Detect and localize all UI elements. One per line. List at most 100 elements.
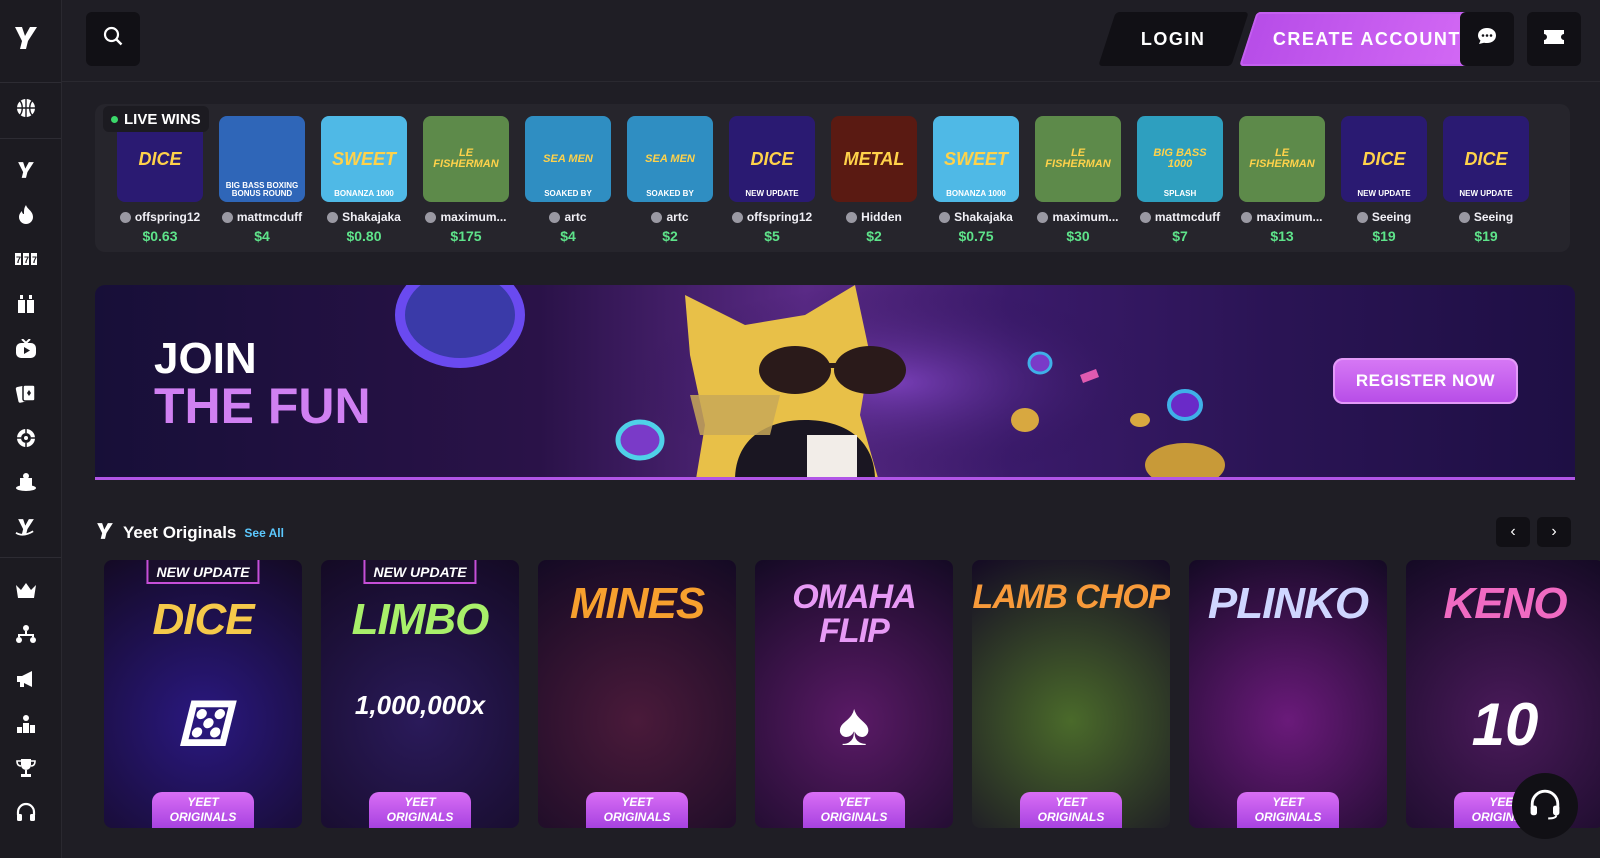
live-win-item[interactable]: SWEET BONANZA 1000 Shakajaka $0.80 [321, 116, 407, 244]
winner-name: Shakajaka [321, 210, 407, 224]
headset-icon [1529, 788, 1561, 825]
game-title: DICE [138, 149, 182, 169]
tv-icon[interactable] [14, 337, 38, 361]
affiliate-icon[interactable] [14, 622, 38, 646]
top-bar: LOGIN CREATE ACCOUNT [62, 0, 1600, 82]
user-avatar-icon [1241, 211, 1253, 223]
live-win-item[interactable]: DICE offspring12 $0.63 [117, 116, 203, 244]
logo-icon[interactable] [12, 24, 40, 54]
originals-header: Yeet Originals See All [95, 520, 284, 546]
game-subtitle: SOAKED BY [544, 189, 592, 198]
win-amount: $19 [1474, 228, 1498, 244]
chat-button[interactable] [1460, 12, 1514, 66]
chevron-right-icon: › [1551, 523, 1557, 540]
see-all-link[interactable]: See All [244, 526, 284, 540]
original-game-card[interactable]: OMAHA FLIP ♠ YEET ORIGINALS [755, 560, 953, 828]
yeet-hand-icon[interactable] [14, 515, 38, 539]
game-title: LE FISHERMAN [1045, 147, 1111, 170]
slots-icon[interactable]: 777 [14, 247, 38, 271]
headphones-icon[interactable] [14, 800, 38, 824]
win-amount: $5 [764, 228, 780, 244]
flame-icon[interactable] [14, 203, 38, 227]
game-title: METAL [843, 149, 905, 169]
game-thumbnail: BIG BASS BOXING BONUS ROUND [219, 116, 305, 202]
game-show-icon[interactable] [14, 470, 38, 494]
trophy-icon[interactable] [14, 756, 38, 780]
game-title: BIG BASS 1000 [1153, 147, 1207, 170]
original-game-card[interactable]: NEW UPDATE DICE ⚄ YEET ORIGINALS [104, 560, 302, 828]
live-win-item[interactable]: DICE NEW UPDATE Seeing $19 [1341, 116, 1427, 244]
cards-icon[interactable] [14, 381, 38, 405]
support-chat-button[interactable] [1512, 773, 1578, 839]
live-win-item[interactable]: BIG BASS 1000 SPLASH mattmcduff $7 [1137, 116, 1223, 244]
live-win-item[interactable]: LE FISHERMAN maximum... $175 [423, 116, 509, 244]
winner-name: artc [627, 210, 713, 224]
card-artwork: ♠ [838, 691, 870, 758]
win-amount: $4 [560, 228, 576, 244]
live-win-item[interactable]: DICE NEW UPDATE offspring12 $5 [729, 116, 815, 244]
yeet-logo-icon [95, 521, 115, 546]
game-title: SWEET [943, 149, 1008, 169]
crown-icon[interactable] [14, 578, 38, 602]
game-thumbnail: SWEET BONANZA 1000 [933, 116, 1019, 202]
win-amount: $0.63 [142, 228, 178, 244]
winner-name: Seeing [1443, 210, 1529, 224]
game-title: LE FISHERMAN [433, 147, 499, 170]
yeet-originals-badge: YEET ORIGINALS [586, 792, 688, 828]
winner-name: Seeing [1341, 210, 1427, 224]
live-win-item[interactable]: LE FISHERMAN maximum... $30 [1035, 116, 1121, 244]
win-amount: $0.80 [346, 228, 382, 244]
user-avatar-icon [1037, 211, 1049, 223]
win-amount: $175 [450, 228, 482, 244]
svg-text:7: 7 [32, 255, 37, 265]
game-subtitle: SOAKED BY [646, 189, 694, 198]
carousel-prev-button[interactable]: ‹ [1496, 517, 1530, 547]
login-button[interactable]: LOGIN [1098, 12, 1249, 66]
card-artwork: ⚄ [176, 691, 230, 758]
winner-name: maximum... [423, 210, 509, 224]
game-thumbnail: LE FISHERMAN [1239, 116, 1325, 202]
live-win-item[interactable]: SWEET BONANZA 1000 Shakajaka $0.75 [933, 116, 1019, 244]
live-casino-icon[interactable] [14, 292, 38, 316]
basketball-icon[interactable] [14, 96, 38, 120]
card-artwork: 1,000,000x [354, 690, 486, 720]
ticket-button[interactable] [1527, 12, 1581, 66]
live-win-item[interactable]: SEA MEN SOAKED BY artc $2 [627, 116, 713, 244]
winner-name: artc [525, 210, 611, 224]
card-artwork: 10 [1471, 691, 1539, 758]
card-title: LAMB CHOP [972, 578, 1170, 616]
live-win-item[interactable]: METAL Hidden $2 [831, 116, 917, 244]
roulette-icon[interactable] [14, 426, 38, 450]
banner-title-line2: THE FUN [154, 378, 371, 434]
promo-banner: JOIN THE FUN REGISTER NOW [95, 285, 1575, 480]
original-game-card[interactable]: PLINKO YEET ORIGINALS [1189, 560, 1387, 828]
live-win-item[interactable]: SEA MEN SOAKED BY artc $4 [525, 116, 611, 244]
search-icon [103, 26, 123, 52]
register-now-button[interactable]: REGISTER NOW [1333, 358, 1518, 404]
win-amount: $2 [866, 228, 882, 244]
game-title [258, 155, 266, 163]
user-avatar-icon [651, 211, 663, 223]
game-title: LE FISHERMAN [1249, 147, 1315, 170]
win-amount: $2 [662, 228, 678, 244]
ranks-icon[interactable] [14, 712, 38, 736]
yeet-icon[interactable] [14, 158, 38, 182]
original-game-card[interactable]: NEW UPDATE LIMBO 1,000,000x YEET ORIGINALS [321, 560, 519, 828]
original-game-card[interactable]: LAMB CHOP YEET ORIGINALS [972, 560, 1170, 828]
live-win-item[interactable]: BIG BASS BOXING BONUS ROUND mattmcduff $4 [219, 116, 305, 244]
live-win-item[interactable]: LE FISHERMAN maximum... $13 [1239, 116, 1325, 244]
game-thumbnail: BIG BASS 1000 SPLASH [1137, 116, 1223, 202]
original-game-card[interactable]: MINES YEET ORIGINALS [538, 560, 736, 828]
win-amount: $30 [1066, 228, 1090, 244]
card-title: LIMBO [351, 595, 490, 644]
create-account-button[interactable]: CREATE ACCOUNT [1239, 12, 1495, 66]
live-win-item[interactable]: DICE NEW UPDATE Seeing $19 [1443, 116, 1529, 244]
megaphone-icon[interactable] [14, 667, 38, 691]
game-thumbnail: LE FISHERMAN [423, 116, 509, 202]
win-amount: $0.75 [958, 228, 994, 244]
card-title: PLINKO [1207, 579, 1369, 628]
game-thumbnail: DICE NEW UPDATE [1341, 116, 1427, 202]
search-button[interactable] [86, 12, 140, 66]
carousel-next-button[interactable]: › [1537, 517, 1571, 547]
win-amount: $7 [1172, 228, 1188, 244]
